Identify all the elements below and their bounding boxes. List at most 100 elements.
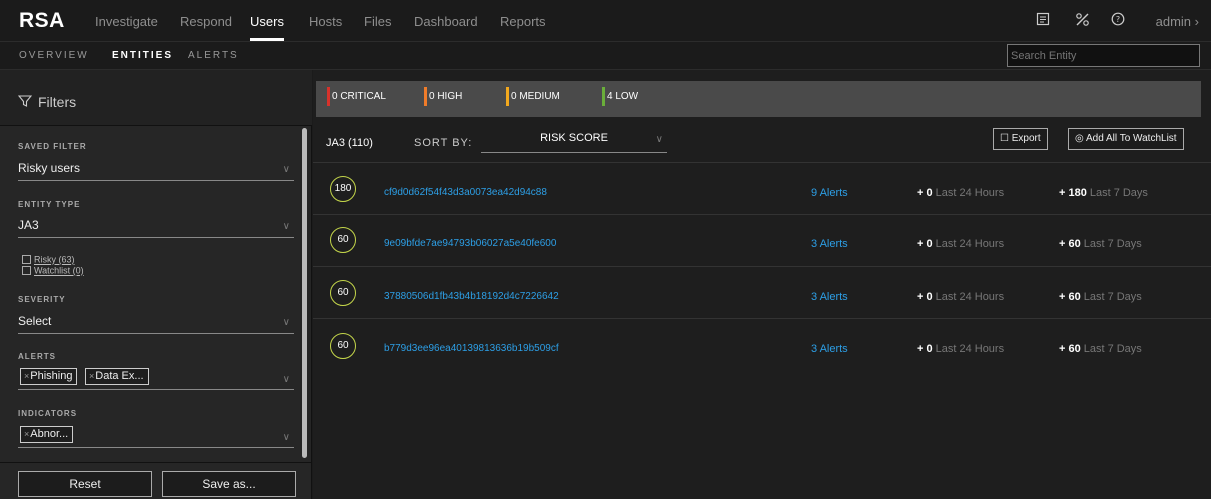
entity-type-select[interactable]: JA3 ∨	[18, 218, 294, 238]
entity-count: JA3 (110)	[326, 137, 373, 149]
user-menu[interactable]: admin ›	[1156, 14, 1199, 29]
table-row[interactable]: 180 cf9d0d62f54f43d3a0073ea42d94c88 9 Al…	[313, 163, 1211, 215]
search-entity-input[interactable]	[1007, 44, 1200, 67]
rsa-logo: RSA	[19, 9, 65, 32]
svg-text:?: ?	[1116, 15, 1120, 24]
tools-icon[interactable]	[1075, 12, 1090, 31]
chip-label: Abnor...	[30, 428, 69, 440]
delta-7d-label: Last 7 Days	[1083, 238, 1142, 250]
delta-24h-value: + 0	[917, 238, 933, 250]
chevron-down-icon: ∨	[282, 221, 290, 232]
risk-score-badge: 60	[330, 333, 356, 359]
table-row[interactable]: 60 9e09bfde7ae94793b06027a5e40fe600 3 Al…	[313, 215, 1211, 267]
nav-investigate[interactable]: Investigate	[95, 14, 158, 29]
save-as-button[interactable]: Save as...	[162, 471, 296, 497]
alerts-link[interactable]: 3 Alerts	[811, 238, 848, 250]
delta-7d: + 60 Last 7 Days	[1059, 343, 1142, 355]
delta-24h-value: + 0	[917, 343, 933, 355]
severity-stripe	[424, 87, 427, 106]
severity-select[interactable]: Select ∨	[18, 314, 294, 334]
alert-chip-data-exfil[interactable]: ×Data Ex...	[85, 368, 149, 385]
risk-score-badge: 60	[330, 280, 356, 306]
risk-score-badge: 180	[330, 176, 356, 202]
alert-chip-phishing[interactable]: ×Phishing	[20, 368, 78, 385]
saved-filter-label: SAVED FILTER	[18, 142, 87, 151]
severity-low-label: 4 LOW	[607, 91, 639, 102]
filter-icon	[18, 95, 32, 107]
chip-label: Data Ex...	[95, 370, 144, 382]
export-label: Export	[1011, 133, 1041, 144]
export-button[interactable]: ☐ Export	[993, 128, 1048, 150]
severity-critical-label: 0 CRITICAL	[332, 91, 386, 102]
add-all-watchlist-button[interactable]: ◎ Add All To WatchList	[1068, 128, 1184, 150]
delta-7d-label: Last 7 Days	[1083, 291, 1142, 303]
help-icon[interactable]: ?	[1111, 12, 1125, 30]
severity-medium-label: 0 MEDIUM	[511, 91, 560, 102]
nav-reports[interactable]: Reports	[500, 14, 546, 29]
filters-scrollbar[interactable]	[302, 128, 307, 458]
table-row[interactable]: 60 b779d3ee96ea40139813636b19b509cf 3 Al…	[313, 319, 1211, 371]
entity-link[interactable]: b779d3ee96ea40139813636b19b509cf	[384, 343, 559, 354]
alerts-link[interactable]: 9 Alerts	[811, 187, 848, 199]
remove-icon[interactable]: ×	[24, 371, 29, 381]
chip-label: Phishing	[30, 370, 73, 382]
tab-overview[interactable]: OVERVIEW	[19, 50, 89, 61]
delta-24h-value: + 0	[917, 187, 933, 199]
severity-critical[interactable]: 0 CRITICAL	[327, 87, 386, 106]
reset-button[interactable]: Reset	[18, 471, 152, 497]
saved-filter-value: Risky users	[18, 161, 81, 175]
delta-7d: + 180 Last 7 Days	[1059, 187, 1148, 199]
delta-24h-value: + 0	[917, 291, 933, 303]
nav-users[interactable]: Users	[250, 14, 284, 41]
filters-panel: Filters SAVED FILTER Risky users ∨ ENTIT…	[0, 70, 312, 499]
top-nav: RSA Investigate Respond Users Hosts File…	[0, 0, 1211, 42]
nav-files[interactable]: Files	[364, 14, 391, 29]
entity-link[interactable]: 37880506d1fb43b4b18192d4c7226642	[384, 291, 559, 302]
nav-dashboard[interactable]: Dashboard	[414, 14, 478, 29]
indicator-chip-abnormal[interactable]: ×Abnor...	[20, 426, 74, 443]
tab-entities[interactable]: ENTITIES	[112, 50, 173, 61]
chevron-down-icon: ∨	[282, 164, 290, 175]
alerts-link[interactable]: 3 Alerts	[811, 291, 848, 303]
filters-header: Filters	[0, 70, 312, 126]
severity-bar: 0 CRITICAL 0 HIGH 0 MEDIUM 4 LOW	[316, 81, 1201, 117]
delta-24h: + 0 Last 24 Hours	[917, 238, 1004, 250]
remove-icon[interactable]: ×	[24, 429, 29, 439]
entity-link[interactable]: 9e09bfde7ae94793b06027a5e40fe600	[384, 238, 556, 249]
sort-by-select[interactable]: RISK SCORE ∨	[481, 132, 667, 153]
severity-stripe	[602, 87, 605, 106]
severity-low[interactable]: 4 LOW	[602, 87, 639, 106]
entity-type-label: ENTITY TYPE	[18, 200, 81, 209]
severity-stripe	[506, 87, 509, 106]
saved-filter-select[interactable]: Risky users ∨	[18, 161, 294, 181]
chevron-right-icon: ›	[1194, 14, 1199, 29]
delta-7d-value: + 60	[1059, 291, 1081, 303]
watchlist-checkbox[interactable]: Watchlist (0)	[22, 265, 84, 276]
delta-24h-label: Last 24 Hours	[935, 291, 1005, 303]
watchlist-label: Watchlist (0)	[34, 265, 84, 276]
chevron-down-icon: ∨	[282, 432, 290, 443]
tab-alerts[interactable]: ALERTS	[188, 50, 239, 61]
indicators-label: INDICATORS	[18, 409, 78, 418]
severity-value: Select	[18, 314, 52, 328]
risky-checkbox[interactable]: Risky (63)	[22, 254, 75, 265]
delta-24h: + 0 Last 24 Hours	[917, 343, 1004, 355]
alerts-link[interactable]: 3 Alerts	[811, 343, 848, 355]
filters-title: Filters	[38, 94, 77, 110]
chevron-down-icon: ∨	[282, 317, 290, 328]
checkbox-icon	[22, 266, 31, 276]
table-row[interactable]: 60 37880506d1fb43b4b18192d4c7226642 3 Al…	[313, 267, 1211, 319]
severity-high[interactable]: 0 HIGH	[424, 87, 462, 106]
export-icon: ☐	[1000, 133, 1009, 144]
risk-score-badge: 60	[330, 227, 356, 253]
severity-medium[interactable]: 0 MEDIUM	[506, 87, 560, 106]
delta-24h-label: Last 24 Hours	[935, 343, 1005, 355]
entity-link[interactable]: cf9d0d62f54f43d3a0073ea42d94c88	[384, 187, 547, 198]
remove-icon[interactable]: ×	[89, 371, 94, 381]
risky-label: Risky (63)	[34, 254, 75, 265]
nav-hosts[interactable]: Hosts	[309, 14, 342, 29]
report-icon[interactable]	[1036, 12, 1050, 30]
delta-24h-label: Last 24 Hours	[935, 238, 1005, 250]
delta-7d: + 60 Last 7 Days	[1059, 291, 1142, 303]
nav-respond[interactable]: Respond	[180, 14, 232, 29]
